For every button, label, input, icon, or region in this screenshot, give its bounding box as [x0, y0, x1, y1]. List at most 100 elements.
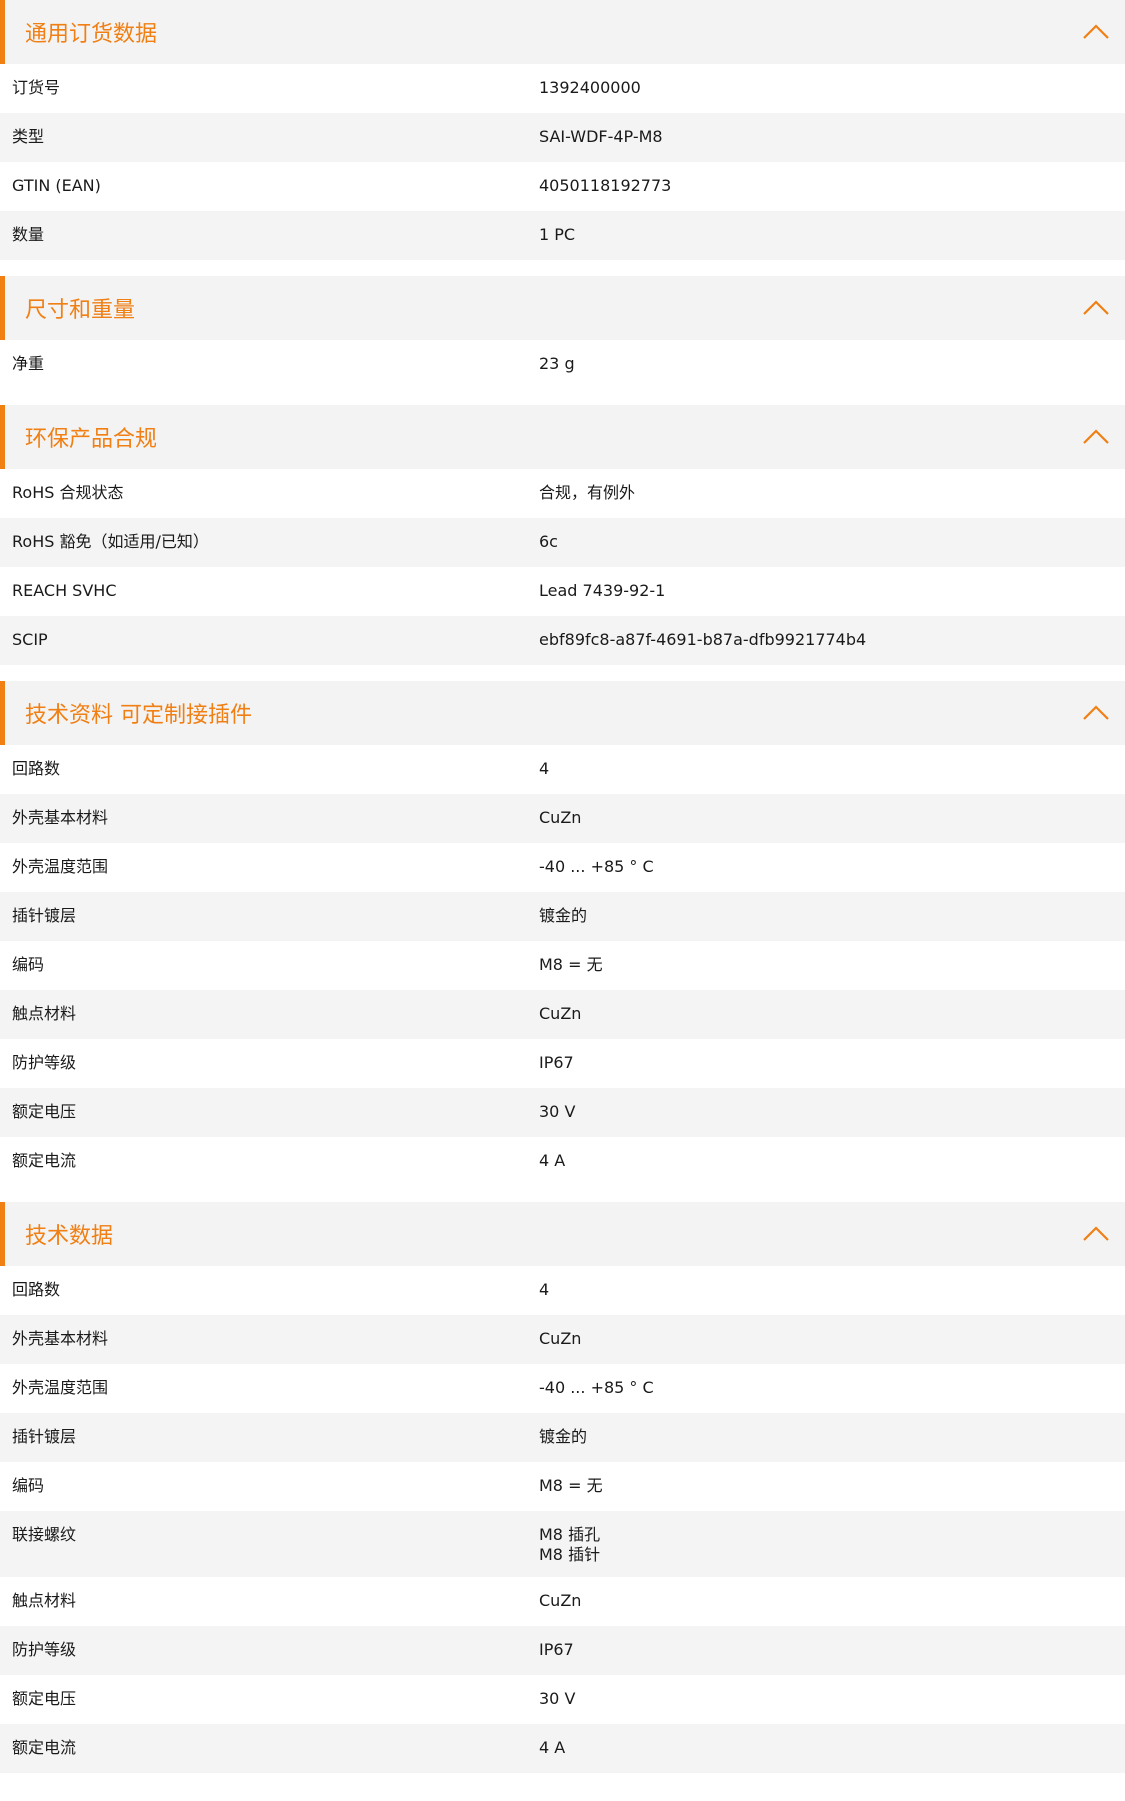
- spec-row: 插针镀层 镀金的: [0, 1413, 1125, 1462]
- spec-label: 额定电压: [12, 1689, 77, 1708]
- spec-label: 订货号: [12, 78, 61, 97]
- chevron-up-icon[interactable]: [1081, 1222, 1111, 1246]
- spec-value: ebf89fc8-a87f-4691-b87a-dfb9921774b4: [539, 630, 867, 649]
- spec-row: 防护等级 IP67: [0, 1039, 1125, 1088]
- spec-row: 外壳温度范围 -40 ... +85 ° C: [0, 843, 1125, 892]
- section-header-tech[interactable]: 技术数据: [0, 1202, 1125, 1266]
- spec-value: 4 A: [539, 1738, 566, 1757]
- section-title: 环保产品合规: [25, 427, 158, 452]
- spec-row: 联接螺纹 M8 插孔 M8 插针: [0, 1511, 1125, 1577]
- product-data-accordion: 通用订货数据订货号 1392400000 类型 SAI-WDF-4P-M8 GTIN (…: [0, 0, 1125, 1773]
- spec-row: 额定电压 30 V: [0, 1675, 1125, 1724]
- spec-value: Lead 7439-92-1: [539, 581, 666, 600]
- spec-value: 30 V: [539, 1102, 576, 1121]
- spec-label: 联接螺纹: [12, 1525, 77, 1544]
- spec-label: RoHS 豁免（如适用/已知）: [12, 532, 209, 551]
- spec-label: REACH SVHC: [12, 581, 117, 600]
- spec-value: 镀金的: [539, 906, 588, 925]
- spec-label: 编码: [12, 955, 45, 974]
- spec-value: 30 V: [539, 1689, 576, 1708]
- spec-row: RoHS 合规状态 合规，有例外: [0, 469, 1125, 518]
- spec-value: SAI-WDF-4P-M8: [539, 127, 663, 146]
- spec-row: 净重 23 g: [0, 340, 1125, 389]
- spec-value: 4: [539, 1280, 550, 1299]
- spec-label: 额定电流: [12, 1738, 77, 1757]
- section-title: 尺寸和重量: [25, 298, 136, 323]
- spec-row: 订货号 1392400000: [0, 64, 1125, 113]
- spec-label: 触点材料: [12, 1591, 77, 1610]
- spec-value: -40 ... +85 ° C: [539, 857, 654, 876]
- spec-label: 回路数: [12, 759, 61, 778]
- spec-value: M8 = 无: [539, 955, 603, 974]
- spec-row: 防护等级 IP67: [0, 1626, 1125, 1675]
- spec-value: -40 ... +85 ° C: [539, 1378, 654, 1397]
- spec-row: 外壳基本材料 CuZn: [0, 794, 1125, 843]
- spec-label: 插针镀层: [12, 1427, 77, 1446]
- spec-value: IP67: [539, 1053, 574, 1072]
- spec-value: 4 A: [539, 1151, 566, 1170]
- spec-value: 4050118192773: [539, 176, 672, 195]
- chevron-up-icon[interactable]: [1081, 425, 1111, 449]
- section-header-ordering[interactable]: 通用订货数据: [0, 0, 1125, 64]
- spec-label: 净重: [12, 354, 45, 373]
- spec-value: 6c: [539, 532, 558, 551]
- section-tech-custom: 技术资料 可定制接插件回路数 4 外壳基本材料 CuZn 外壳温度范围 -40 ... +…: [0, 681, 1125, 1186]
- spec-label: 数量: [12, 225, 45, 244]
- chevron-up-icon[interactable]: [1081, 701, 1111, 725]
- spec-label: 触点材料: [12, 1004, 77, 1023]
- spec-row: 编码 M8 = 无: [0, 941, 1125, 990]
- spec-row: 数量 1 PC: [0, 211, 1125, 260]
- spec-row: SCIP ebf89fc8-a87f-4691-b87a-dfb9921774b4: [0, 616, 1125, 665]
- spec-label: 编码: [12, 1476, 45, 1495]
- spec-value: 1 PC: [539, 225, 576, 244]
- section-environmental: 环保产品合规 RoHS 合规状态 合规，有例外 RoHS 豁免（如适用/已知） 6c RE…: [0, 405, 1125, 665]
- section-title: 通用订货数据: [25, 22, 158, 47]
- spec-value: M8 插孔 M8 插针: [539, 1525, 601, 1564]
- spec-value: 23 g: [539, 354, 575, 373]
- spec-label: 外壳温度范围: [12, 1378, 109, 1397]
- spec-row: 回路数 4: [0, 745, 1125, 794]
- chevron-up-icon[interactable]: [1081, 296, 1111, 320]
- spec-label: 防护等级: [12, 1640, 77, 1659]
- spec-row: 类型 SAI-WDF-4P-M8: [0, 113, 1125, 162]
- section-header-dimensions[interactable]: 尺寸和重量: [0, 276, 1125, 340]
- spec-value: IP67: [539, 1640, 574, 1659]
- spec-row: RoHS 豁免（如适用/已知） 6c: [0, 518, 1125, 567]
- spec-row: 编码 M8 = 无: [0, 1462, 1125, 1511]
- spec-label: 外壳温度范围: [12, 857, 109, 876]
- spec-value: 合规，有例外: [539, 483, 636, 502]
- section-ordering: 通用订货数据订货号 1392400000 类型 SAI-WDF-4P-M8 GTIN (…: [0, 0, 1125, 260]
- spec-row: 外壳基本材料 CuZn: [0, 1315, 1125, 1364]
- spec-label: 回路数: [12, 1280, 61, 1299]
- spec-value: M8 = 无: [539, 1476, 603, 1495]
- spec-value: 4: [539, 759, 550, 778]
- section-title: 技术资料 可定制接插件: [25, 703, 252, 728]
- spec-label: 防护等级: [12, 1053, 77, 1072]
- spec-row: 额定电流 4 A: [0, 1137, 1125, 1186]
- spec-row: 外壳温度范围 -40 ... +85 ° C: [0, 1364, 1125, 1413]
- spec-row: REACH SVHC Lead 7439-92-1: [0, 567, 1125, 616]
- spec-value: 1392400000: [539, 78, 641, 97]
- spec-value: CuZn: [539, 1004, 582, 1023]
- section-header-tech-custom[interactable]: 技术资料 可定制接插件: [0, 681, 1125, 745]
- section-dimensions: 尺寸和重量净重 23 g: [0, 276, 1125, 389]
- chevron-up-icon[interactable]: [1081, 20, 1111, 44]
- spec-row: 额定电流 4 A: [0, 1724, 1125, 1773]
- spec-row: 触点材料 CuZn: [0, 1577, 1125, 1626]
- spec-row: GTIN (EAN) 4050118192773: [0, 162, 1125, 211]
- spec-value: CuZn: [539, 1329, 582, 1348]
- section-tech: 技术数据回路数 4 外壳基本材料 CuZn 外壳温度范围 -40 ... +85 ° C 插…: [0, 1202, 1125, 1773]
- spec-label: 外壳基本材料: [12, 808, 109, 827]
- spec-row: 额定电压 30 V: [0, 1088, 1125, 1137]
- spec-label: 额定电压: [12, 1102, 77, 1121]
- spec-row: 触点材料 CuZn: [0, 990, 1125, 1039]
- spec-value: CuZn: [539, 808, 582, 827]
- spec-value: 镀金的: [539, 1427, 588, 1446]
- spec-row: 插针镀层 镀金的: [0, 892, 1125, 941]
- spec-label: GTIN (EAN): [12, 176, 101, 195]
- spec-label: SCIP: [12, 630, 48, 649]
- spec-label: 类型: [12, 127, 45, 146]
- spec-row: 回路数 4: [0, 1266, 1125, 1315]
- section-header-environmental[interactable]: 环保产品合规: [0, 405, 1125, 469]
- spec-value: CuZn: [539, 1591, 582, 1610]
